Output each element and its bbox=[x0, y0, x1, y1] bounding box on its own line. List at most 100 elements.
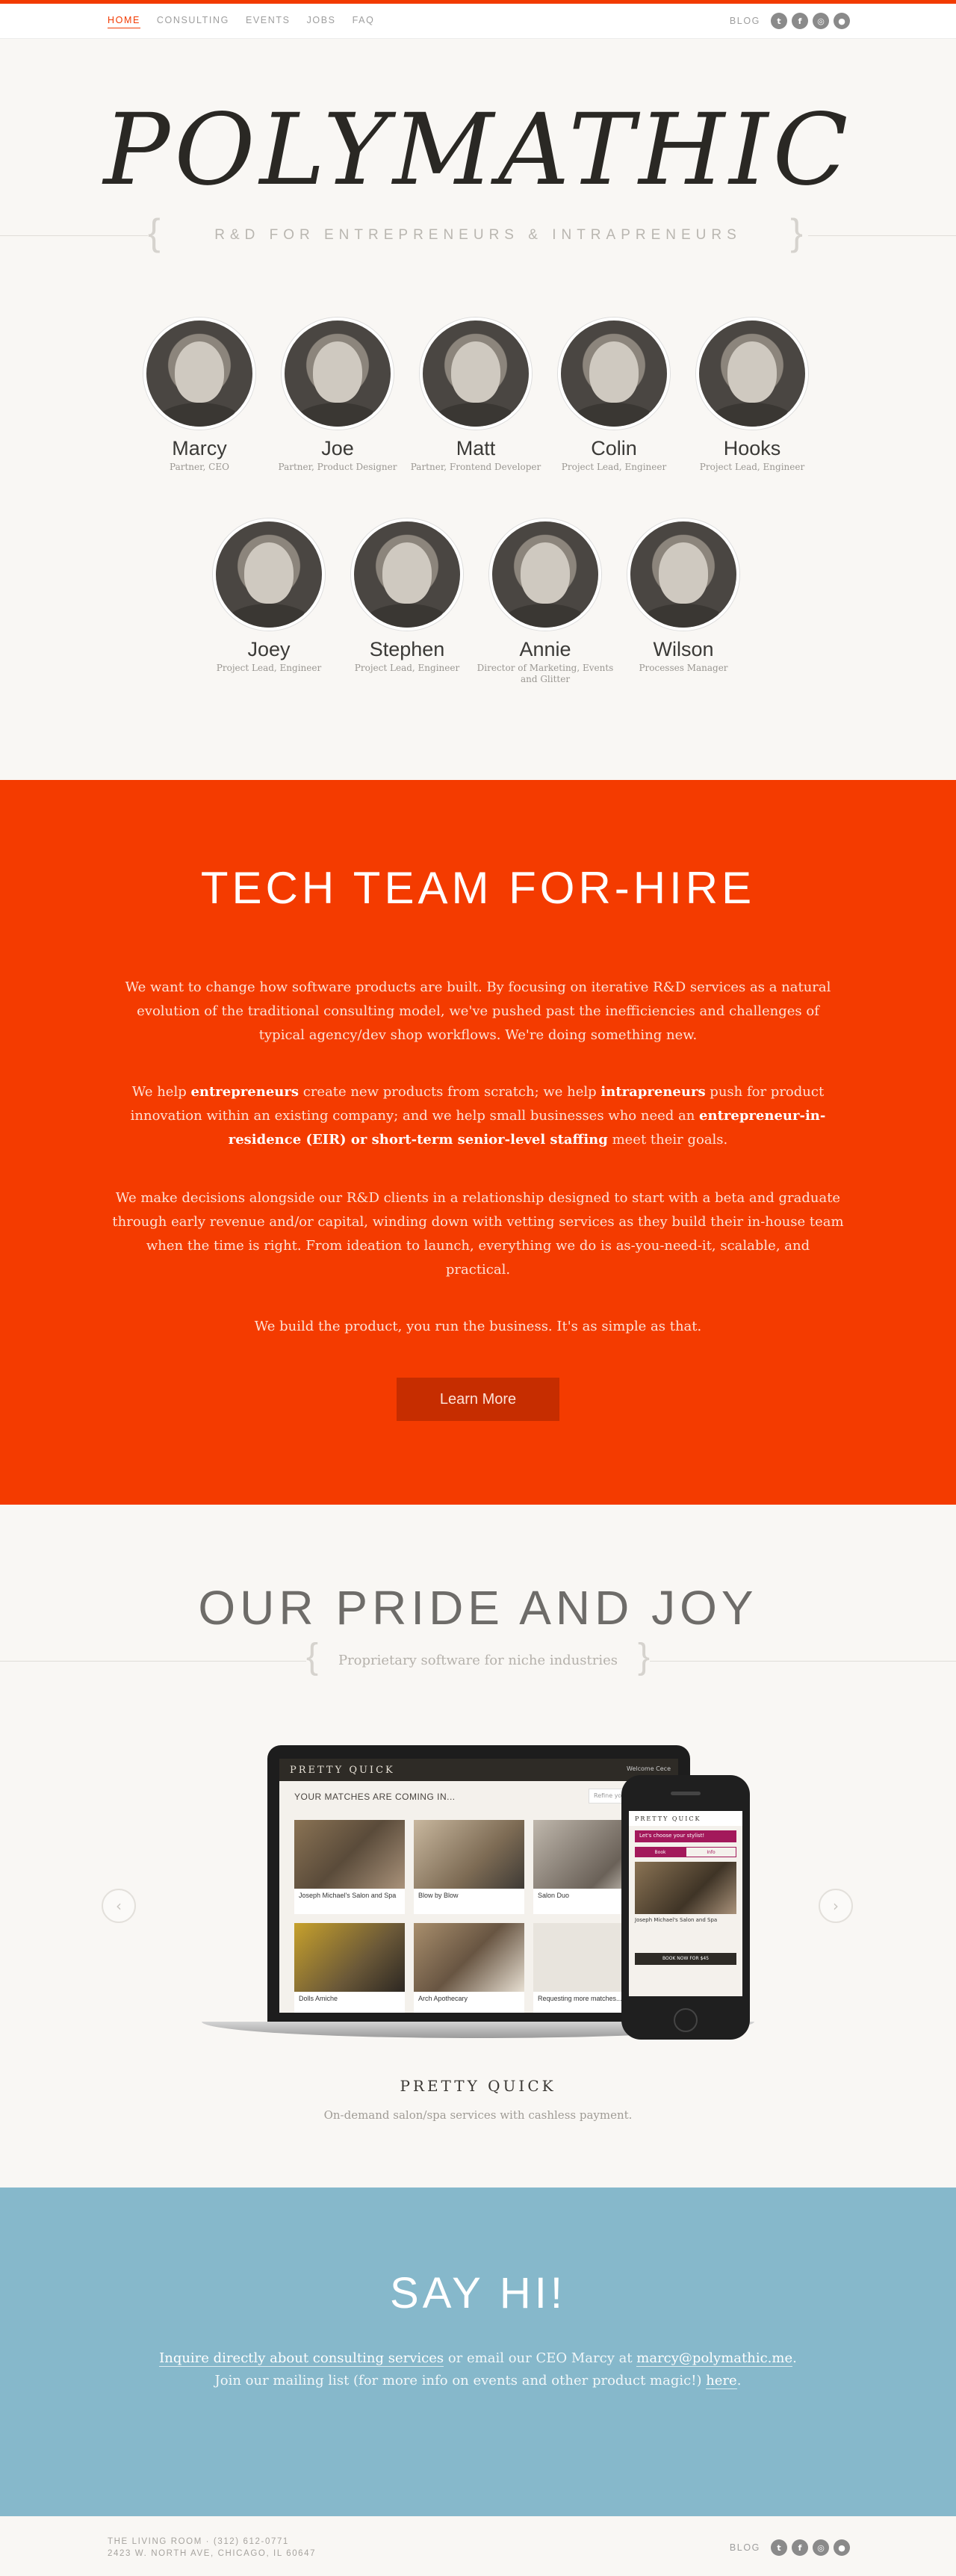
twitter-icon[interactable] bbox=[441, 612, 451, 622]
avatar bbox=[696, 318, 808, 430]
footer-phone: THE LIVING ROOM · (312) 612-0771 bbox=[108, 2537, 289, 2546]
member-name: Annie bbox=[519, 638, 571, 660]
mailing-list-line: Join our mailing list (for more info on … bbox=[0, 2373, 956, 2389]
mailing-text: Join our mailing list (for more info on … bbox=[214, 2373, 707, 2388]
avatar bbox=[213, 518, 325, 631]
member-social-icons bbox=[580, 612, 589, 622]
nav-blog-link[interactable]: BLOG bbox=[730, 16, 760, 26]
learn-more-button[interactable]: Learn More bbox=[397, 1378, 559, 1421]
salon-tile: Joseph Michael's Salon and Spa bbox=[294, 1820, 405, 1914]
member-social-icons bbox=[510, 411, 520, 421]
avatar-face bbox=[451, 341, 500, 403]
phone-book-button: BOOK NOW FOR $45 bbox=[635, 1953, 736, 1965]
salon-photo bbox=[414, 1923, 524, 1992]
avatar-body bbox=[430, 403, 521, 427]
avatar bbox=[282, 318, 394, 430]
hero-subtitle: R&D FOR ENTREPRENEURS & INTRAPRENEURS bbox=[148, 214, 808, 254]
salon-name: Joseph Michael's Salon and Spa bbox=[299, 1892, 397, 1899]
contact-text: . bbox=[792, 2350, 797, 2366]
avatar-body bbox=[638, 604, 729, 628]
footer-address: THE LIVING ROOM · (312) 612-0771 2423 W.… bbox=[108, 2536, 316, 2560]
member-social-icons bbox=[718, 612, 727, 622]
consulting-inquiry-link[interactable]: Inquire directly about consulting servic… bbox=[159, 2350, 444, 2367]
nav-jobs[interactable]: JOBS bbox=[307, 15, 336, 28]
member-role: Project Lead, Engineer bbox=[699, 462, 805, 472]
twitter-icon[interactable]: t bbox=[771, 2539, 787, 2556]
twitter-icon[interactable] bbox=[372, 411, 382, 421]
member-name: Wilson bbox=[653, 638, 714, 660]
mailing-list-link[interactable]: here bbox=[706, 2373, 737, 2389]
footer-blog-link[interactable]: BLOG bbox=[730, 2542, 760, 2553]
phone-screen: PRETTY QUICK Let's choose your stylist! … bbox=[629, 1811, 742, 1996]
member-name: Joe bbox=[321, 437, 354, 459]
twitter-icon[interactable] bbox=[718, 612, 727, 622]
carousel-prev-button[interactable]: ‹ bbox=[102, 1889, 136, 1923]
p2-text: create new products from scratch; we hel… bbox=[299, 1084, 601, 1100]
member-role: Director of Marketing, Events and Glitte… bbox=[477, 663, 614, 684]
pride-subtitle-bar: Proprietary software for niche industrie… bbox=[0, 1640, 956, 1678]
phone-banner: Let's choose your stylist! bbox=[635, 1830, 736, 1842]
avatar-body bbox=[223, 604, 314, 628]
instagram-icon[interactable]: ◎ bbox=[813, 2539, 829, 2556]
member-social-icons bbox=[303, 612, 313, 622]
p2-emphasis: intrapreneurs bbox=[600, 1084, 706, 1100]
twitter-icon[interactable] bbox=[303, 612, 313, 622]
member-role: Partner, Frontend Developer bbox=[410, 462, 541, 472]
member-social-icons bbox=[234, 411, 243, 421]
carousel-next-button[interactable]: › bbox=[819, 1889, 853, 1923]
avatar bbox=[558, 318, 670, 430]
salon-tile: Dolls Amiche bbox=[294, 1923, 405, 2013]
member-name: Stephen bbox=[369, 638, 445, 660]
team-member: Stephen Project Lead, Engineer bbox=[336, 518, 478, 674]
salon-tiles: Joseph Michael's Salon and Spa Blow by B… bbox=[294, 1820, 644, 2013]
salon-photo bbox=[414, 1820, 524, 1889]
nav-home[interactable]: HOME bbox=[108, 15, 140, 28]
member-social-icons bbox=[441, 612, 451, 622]
email-link[interactable]: marcy@polymathic.me bbox=[636, 2350, 793, 2367]
twitter-icon[interactable] bbox=[510, 411, 520, 421]
facebook-icon[interactable]: f bbox=[792, 2539, 808, 2556]
salon-tile: Arch Apothecary bbox=[414, 1923, 524, 2013]
paragraph-2: We help entrepreneurs create new product… bbox=[112, 1080, 844, 1152]
nav-consulting[interactable]: CONSULTING bbox=[157, 15, 229, 28]
avatar bbox=[627, 518, 739, 631]
member-name: Colin bbox=[591, 437, 637, 459]
github-icon[interactable]: ● bbox=[834, 2539, 850, 2556]
mailing-text: . bbox=[736, 2373, 742, 2388]
member-social-icons bbox=[786, 411, 796, 421]
team-member: Joey Project Lead, Engineer bbox=[198, 518, 340, 674]
member-social-icons bbox=[648, 411, 658, 421]
member-role: Partner, CEO bbox=[170, 462, 229, 472]
facebook-icon[interactable]: f bbox=[792, 13, 808, 29]
github-icon[interactable]: ● bbox=[834, 13, 850, 29]
member-role: Partner, Product Designer bbox=[278, 462, 397, 472]
top-nav: HOME CONSULTING EVENTS JOBS FAQ BLOG t f… bbox=[0, 0, 956, 39]
footer-street: 2423 W. NORTH AVE, CHICAGO, IL 60647 bbox=[108, 2549, 317, 2558]
paragraph-1: We want to change how software products … bbox=[125, 979, 831, 1043]
twitter-icon[interactable] bbox=[648, 411, 658, 421]
tech-team-section: TECH TEAM FOR-HIRE We want to change how… bbox=[0, 780, 956, 1505]
team-member: Wilson Processes Manager bbox=[612, 518, 754, 674]
avatar-face bbox=[244, 542, 294, 604]
section-title: TECH TEAM FOR-HIRE bbox=[200, 863, 756, 913]
twitter-icon[interactable] bbox=[580, 612, 589, 622]
twitter-icon[interactable] bbox=[234, 411, 243, 421]
phone-salon-name: Joseph Michael's Salon and Spa bbox=[635, 1917, 718, 1923]
salon-photo bbox=[294, 1923, 405, 1992]
member-role: Project Lead, Engineer bbox=[216, 663, 322, 673]
twitter-icon[interactable] bbox=[786, 411, 796, 421]
nav-faq[interactable]: FAQ bbox=[353, 15, 375, 28]
instagram-icon[interactable]: ◎ bbox=[813, 13, 829, 29]
salon-name: Dolls Amiche bbox=[299, 1995, 338, 2002]
avatar-face bbox=[589, 341, 639, 403]
twitter-icon[interactable]: t bbox=[771, 13, 787, 29]
pride-subtitle: Proprietary software for niche industrie… bbox=[306, 1640, 650, 1678]
member-name: Matt bbox=[456, 437, 496, 459]
member-social-icons bbox=[372, 411, 382, 421]
contact-text: or email our CEO Marcy at bbox=[444, 2350, 637, 2366]
footer: THE LIVING ROOM · (312) 612-0771 2423 W.… bbox=[0, 2516, 956, 2576]
nav-events[interactable]: EVENTS bbox=[246, 15, 291, 28]
p2-emphasis: entrepreneurs bbox=[190, 1084, 299, 1100]
paragraph-3: We make decisions alongside our R&D clie… bbox=[112, 1190, 844, 1278]
member-role: Project Lead, Engineer bbox=[561, 462, 667, 472]
